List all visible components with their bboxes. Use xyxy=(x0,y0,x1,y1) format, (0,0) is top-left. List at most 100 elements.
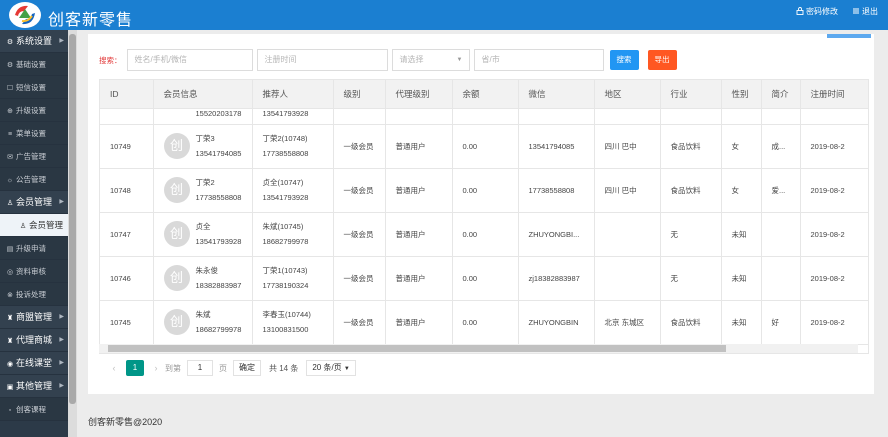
referrer-cell: 13541793928 xyxy=(252,108,334,125)
table-row[interactable]: 10748 创丁荣2 17738558808 贞全(10747) 13541793928… xyxy=(100,168,868,213)
sidebar-item[interactable]: ☐ 短信设置 xyxy=(0,76,68,99)
referrer-cell: 李春玉(10744) 13100831500 xyxy=(252,300,334,345)
region: 四川 巴中 xyxy=(594,124,661,169)
sidebar-item-label: 商盟管理 xyxy=(16,312,53,322)
page-size-select[interactable]: 20 条/页 ▼ xyxy=(306,360,356,376)
goto-confirm-button[interactable]: 确定 xyxy=(233,360,261,376)
password-change-label: 密码修改 xyxy=(806,7,838,16)
ad-icon: ✉ xyxy=(7,154,13,161)
sidebar-scrollbar[interactable] xyxy=(68,30,77,437)
column-header[interactable]: 注册时间 xyxy=(800,80,868,109)
intro: 爱... xyxy=(761,168,801,213)
sidebar-item[interactable]: ✉ 广告管理 xyxy=(0,145,68,168)
footer-copyright: 创客新零售@2020 xyxy=(88,417,163,427)
member-phone: 13541793928 xyxy=(195,237,242,246)
sidebar-item-label: 基础设置 xyxy=(16,60,46,69)
column-header[interactable]: 微信 xyxy=(518,80,595,109)
other-icon: ▣ xyxy=(6,384,14,391)
table-row[interactable]: 10749 创丁荣3 13541794085 丁荣2(10748) 1773855880… xyxy=(100,124,868,169)
table-row[interactable]: 15520203178 13541793928 xyxy=(100,108,868,125)
sidebar-item[interactable]: ☼ 公告管理 xyxy=(0,168,68,191)
member-level: 一级会员 xyxy=(333,168,386,213)
sidebar-item[interactable]: ♜ 商盟管理 ▶ xyxy=(0,306,68,329)
avatar: 创 xyxy=(163,177,190,203)
intro xyxy=(761,212,801,257)
table-row[interactable]: 10745 创朱斌 18682799978 李春玉(10744) 13100831500… xyxy=(100,300,868,345)
referrer-name: 李春玉(10744) xyxy=(262,310,311,319)
column-header[interactable]: 余额 xyxy=(452,80,519,109)
referrer-phone: 13541793928 xyxy=(262,108,309,118)
referrer-phone: 18682799978 xyxy=(262,237,309,246)
sidebar-item[interactable]: ⚙ 基础设置 xyxy=(0,53,68,76)
table-row[interactable]: 10746 创朱永俊 18382883987 丁荣1(10743) 1773819032… xyxy=(100,256,868,301)
password-change-link[interactable]: 密码修改 xyxy=(796,6,838,17)
member-name: 丁荣3 xyxy=(195,134,215,143)
sidebar-item-label: 菜单设置 xyxy=(16,129,46,138)
sidebar-item-label: 系统设置 xyxy=(16,36,53,46)
sidebar-item[interactable]: ◎ 资料审核 xyxy=(0,260,68,283)
gear-icon: ⚙ xyxy=(6,39,14,46)
export-button[interactable]: 导出 xyxy=(647,50,677,70)
course-icon: ▫ xyxy=(8,407,12,414)
sidebar-item[interactable]: ▫ 创客课程 xyxy=(0,398,68,421)
sidebar-item[interactable]: ♜ 代理商城 ▶ xyxy=(0,329,68,352)
column-header[interactable]: 地区 xyxy=(594,80,661,109)
sidebar-item[interactable]: ≡ 菜单设置 xyxy=(0,122,68,145)
member-panel: 搜索： 姓名/手机/微信 注册时间 请选择 ▼ 省/市 搜索 导出 ID 会员信息… xyxy=(88,34,874,394)
name-search-input[interactable]: 姓名/手机/微信 xyxy=(126,49,253,71)
city-input[interactable]: 省/市 xyxy=(473,49,604,71)
column-header[interactable]: 会员信息 xyxy=(153,80,253,109)
menu-icon: ≡ xyxy=(7,131,13,138)
table-row[interactable]: 10747 创贞全 13541793928 朱斌(10745) 18682799978 一… xyxy=(100,212,868,257)
apply-icon: ▤ xyxy=(6,246,14,253)
column-header[interactable]: 代理级别 xyxy=(385,80,453,109)
table-horizontal-scrollbar[interactable] xyxy=(99,344,858,353)
sidebar-item[interactable]: ◉ 在线课堂 ▶ xyxy=(0,352,68,375)
sidebar-scroll-thumb[interactable] xyxy=(69,34,76,404)
lock-icon xyxy=(796,6,804,17)
member-info-cell: 创丁荣3 13541794085 xyxy=(153,124,253,169)
member-id: 10749 xyxy=(100,124,154,169)
column-header[interactable]: 推荐人 xyxy=(252,80,334,109)
sidebar-item[interactable]: ▤ 升级申请 xyxy=(0,237,68,260)
sidebar-item[interactable]: ♙ 会员管理 ▶ xyxy=(0,191,68,214)
goto-page-input[interactable]: 1 xyxy=(187,360,213,376)
industry: 食品饮料 xyxy=(660,300,722,345)
current-page-button[interactable]: 1 xyxy=(126,360,144,376)
logout-link[interactable]: 退出 xyxy=(852,6,878,17)
register-date-input[interactable]: 注册时间 xyxy=(256,49,388,71)
table-cell xyxy=(761,108,801,125)
avatar: 创 xyxy=(163,265,190,291)
column-header[interactable]: 行业 xyxy=(660,80,722,109)
classroom-icon: ◉ xyxy=(6,361,14,368)
chevron-down-icon: ▼ xyxy=(456,57,463,63)
member-phone: 17738558808 xyxy=(195,193,242,202)
sidebar-item[interactable]: ⚙ 系统设置 ▶ xyxy=(0,30,68,53)
sidebar-item-label: 公告管理 xyxy=(16,175,46,184)
sidebar-item[interactable]: ⊕ 升级设置 xyxy=(0,99,68,122)
caret-icon: ▶ xyxy=(59,383,64,389)
column-header[interactable]: ID xyxy=(100,80,154,109)
sidebar-item[interactable]: ♙ 会员管理 xyxy=(0,214,68,237)
column-header[interactable]: 简介 xyxy=(761,80,801,109)
member-phone: 15520203178 xyxy=(195,108,242,118)
complaint-icon: ⊗ xyxy=(7,292,13,299)
column-header[interactable]: 级别 xyxy=(333,80,386,109)
member-name: 朱斌 xyxy=(195,310,211,319)
caret-icon: ▶ xyxy=(59,199,64,205)
sidebar-item-label: 广告管理 xyxy=(16,152,46,161)
sidebar-item[interactable]: ▣ 其他管理 ▶ xyxy=(0,375,68,398)
search-button[interactable]: 搜索 xyxy=(609,50,639,70)
intro: 成... xyxy=(761,124,801,169)
agent-level: 普通用户 xyxy=(385,212,453,257)
next-page-icon[interactable]: › xyxy=(149,363,163,373)
level-select[interactable]: 请选择 ▼ xyxy=(391,49,470,71)
table-horizontal-scroll-thumb[interactable] xyxy=(108,345,726,352)
sidebar-item[interactable]: ⊗ 投诉处理 xyxy=(0,283,68,306)
member-phone: 13541794085 xyxy=(195,149,242,158)
member-level: 一级会员 xyxy=(333,124,386,169)
prev-page-icon[interactable]: ‹ xyxy=(107,363,121,373)
sidebar-item-label: 短信设置 xyxy=(16,83,46,92)
sidebar-item-label: 在线课堂 xyxy=(16,358,53,368)
column-header[interactable]: 性别 xyxy=(721,80,762,109)
